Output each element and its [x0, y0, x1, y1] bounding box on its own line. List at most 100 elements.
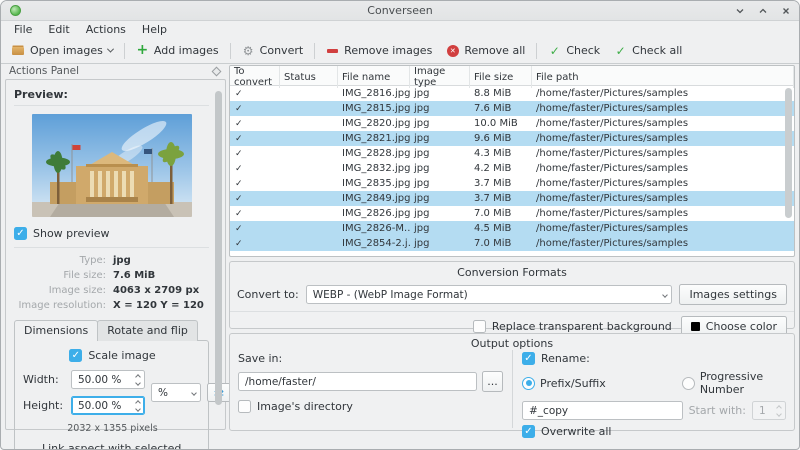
row-checked-icon[interactable]: ✓	[230, 89, 280, 99]
show-preview-checkbox[interactable]	[14, 227, 27, 240]
cell-file-path: /home/faster/Pictures/samples	[536, 148, 689, 159]
file-table: To convert Status File name Image type File …	[229, 65, 795, 257]
height-spin-arrows[interactable]	[135, 397, 141, 414]
save-in-input[interactable]	[238, 372, 477, 391]
cell-file-path: /home/faster/Pictures/samples	[536, 118, 689, 129]
panel-tabs: Dimensions Rotate and flip	[14, 320, 209, 341]
cell-file-size: 9.6 MiB	[474, 133, 512, 144]
rename-pattern-input[interactable]	[522, 401, 683, 420]
cell-file-size: 7.0 MiB	[474, 208, 512, 219]
cell-image-type: jpg	[414, 118, 430, 129]
add-plus-icon	[136, 44, 149, 57]
row-checked-icon[interactable]: ✓	[230, 239, 280, 249]
start-with-spinbox[interactable]: 1	[752, 401, 786, 420]
unit-value: %	[158, 386, 168, 399]
column-header-file-path[interactable]: File path	[532, 66, 794, 88]
overwrite-all-label: Overwrite all	[541, 425, 612, 438]
panel-scrollbar[interactable]	[214, 84, 223, 425]
convert-gear-icon	[242, 44, 255, 57]
check-button[interactable]: Check	[541, 41, 607, 60]
close-button[interactable]	[780, 6, 791, 17]
table-row[interactable]: ✓ IMG_2828.jpg jpg 4.3 MiB/home/faster/Pict…	[230, 146, 794, 161]
cell-file-path: /home/faster/Pictures/samples	[536, 133, 689, 144]
cell-image-type: jpg	[414, 133, 430, 144]
column-header-to-convert[interactable]: To convert	[230, 66, 280, 88]
table-row[interactable]: ✓ IMG_2821.jpg jpg 9.6 MiB/home/faster/Pict…	[230, 131, 794, 146]
table-row[interactable]: ✓ IMG_2832.jpg jpg 4.2 MiB/home/faster/Pict…	[230, 161, 794, 176]
cell-file-name: IMG_2854-2.j...	[342, 238, 410, 249]
output-options-title: Output options	[470, 337, 554, 350]
menu-item-help[interactable]: Help	[135, 22, 174, 37]
width-spinbox[interactable]: 50.00 %	[71, 370, 145, 389]
row-checked-icon[interactable]: ✓	[230, 179, 280, 189]
table-row[interactable]: ✓ IMG_2820.jpg jpg 10.0 MiB/home/faster/Pic…	[230, 116, 794, 131]
table-row[interactable]: ✓ IMG_2816.jpg jpg 8.8 MiB/home/faster/Pict…	[230, 86, 794, 101]
remove-all-button[interactable]: Remove all	[439, 41, 532, 60]
width-spin-arrows[interactable]	[135, 371, 141, 388]
maximize-button[interactable]	[757, 6, 768, 17]
row-checked-icon[interactable]: ✓	[230, 149, 280, 159]
cell-image-type: jpg	[414, 148, 430, 159]
height-spinbox[interactable]: 50.00 %	[71, 396, 145, 415]
scale-image-checkbox[interactable]	[69, 349, 83, 362]
table-row[interactable]: ✓ IMG_2815.jpg jpg 7.6 MiB/home/faster/Pict…	[230, 101, 794, 116]
unit-select[interactable]: %	[151, 383, 201, 402]
cell-image-type: jpg	[414, 238, 430, 249]
format-select[interactable]: WEBP - (WebP Image Format)	[305, 285, 673, 304]
convert-button-label: Convert	[259, 44, 304, 57]
check-all-button[interactable]: Check all	[607, 41, 689, 60]
prefix-suffix-label: Prefix/Suffix	[540, 376, 606, 390]
column-header-status[interactable]: Status	[280, 66, 338, 88]
cell-file-path: /home/faster/Pictures/samples	[536, 238, 689, 249]
menu-item-edit[interactable]: Edit	[41, 22, 76, 37]
column-header-file-name[interactable]: File name	[338, 66, 410, 88]
column-header-file-size[interactable]: File size	[470, 66, 532, 88]
preview-image	[31, 114, 192, 217]
table-header: To convert Status File name Image type File …	[230, 66, 794, 88]
table-row[interactable]: ✓ IMG_2826-M... jpg 4.5 MiB/home/faster/Pic…	[230, 221, 794, 236]
toolbar-separator	[229, 42, 231, 59]
row-checked-icon[interactable]: ✓	[230, 104, 280, 114]
cell-file-name: IMG_2826.jpg	[342, 208, 410, 219]
row-checked-icon[interactable]: ✓	[230, 164, 280, 174]
cell-file-name: IMG_2828.jpg	[342, 148, 410, 159]
check-all-icon	[614, 44, 627, 57]
tab-rotate-and-flip[interactable]: Rotate and flip	[97, 320, 198, 341]
prefix-suffix-radio[interactable]	[522, 376, 535, 390]
open-images-button[interactable]: Open images	[5, 41, 120, 60]
table-row[interactable]: ✓ IMG_2849.jpg jpg 3.7 MiB/home/faster/Pict…	[230, 191, 794, 206]
overwrite-all-checkbox[interactable]	[522, 425, 535, 438]
menu-item-actions[interactable]: Actions	[79, 22, 133, 37]
menu-item-file[interactable]: File	[7, 22, 39, 37]
float-panel-button[interactable]	[211, 66, 222, 76]
convert-button[interactable]: Convert	[235, 41, 311, 60]
row-checked-icon[interactable]: ✓	[230, 119, 280, 129]
rename-label: Rename:	[541, 352, 590, 365]
remove-images-button-label: Remove images	[344, 44, 433, 57]
cell-file-name: IMG_2821.jpg	[342, 133, 410, 144]
minimize-button[interactable]	[734, 6, 745, 17]
add-images-button[interactable]: Add images	[129, 41, 226, 60]
rename-checkbox[interactable]	[522, 352, 535, 365]
browse-button[interactable]: ...	[482, 371, 503, 392]
table-row[interactable]: ✓ IMG_2854-2.j... jpg 7.0 MiB/home/faster/P…	[230, 236, 794, 251]
format-value: WEBP - (WebP Image Format)	[312, 288, 468, 301]
toolbar-separator	[314, 42, 316, 59]
table-row[interactable]: ✓ IMG_2826.jpg jpg 7.0 MiB/home/faster/Pict…	[230, 206, 794, 221]
images-settings-button[interactable]: Images settings	[679, 284, 787, 305]
replace-transparent-checkbox[interactable]	[472, 320, 486, 333]
column-header-image-type[interactable]: Image type	[410, 66, 470, 88]
row-checked-icon[interactable]: ✓	[230, 209, 280, 219]
tab-dimensions[interactable]: Dimensions	[14, 320, 99, 341]
remove-images-button[interactable]: Remove images	[319, 41, 439, 60]
link-aspect-label: Link aspect with selected image	[42, 442, 182, 450]
row-checked-icon[interactable]: ✓	[230, 224, 280, 234]
table-row[interactable]: ✓ IMG_2835.jpg jpg 3.7 MiB/home/faster/Pict…	[230, 176, 794, 191]
images-directory-checkbox[interactable]	[238, 400, 251, 413]
row-checked-icon[interactable]: ✓	[230, 134, 280, 144]
check-button-label: Check	[566, 44, 601, 57]
progressive-number-radio[interactable]	[681, 376, 695, 390]
table-scrollbar[interactable]	[784, 87, 793, 254]
row-checked-icon[interactable]: ✓	[230, 194, 280, 204]
cell-file-path: /home/faster/Pictures/samples	[536, 208, 689, 219]
